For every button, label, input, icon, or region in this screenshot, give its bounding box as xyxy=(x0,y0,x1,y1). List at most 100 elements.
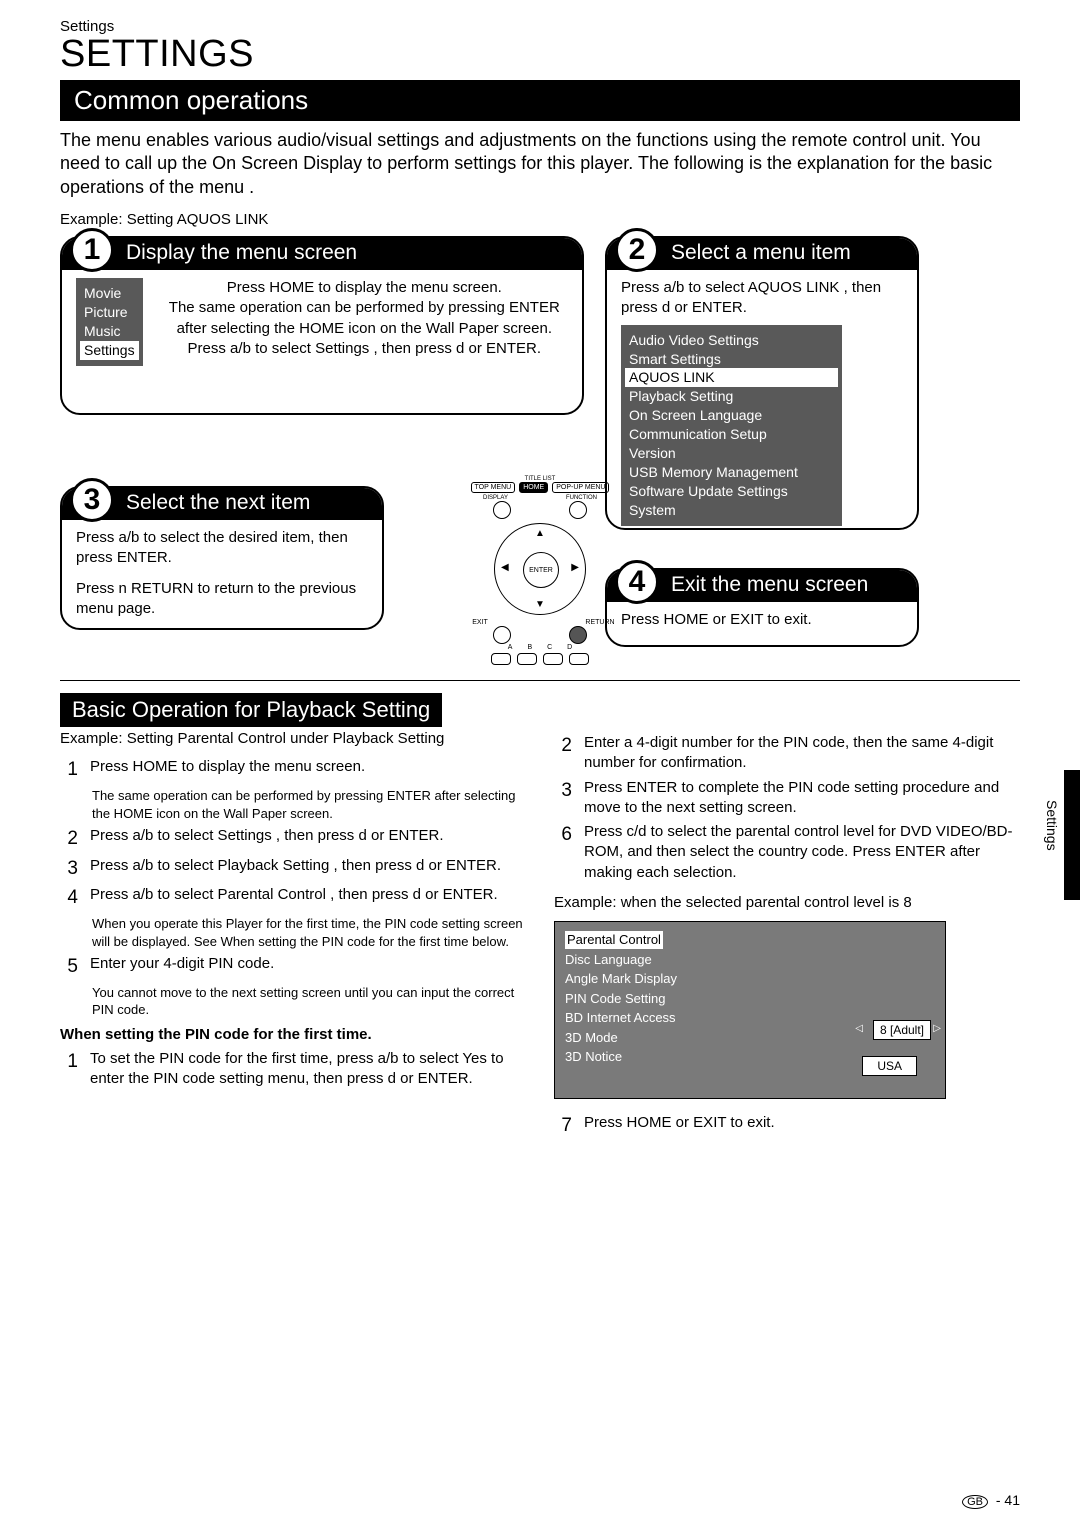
step-item: 3 Press ENTER to complete the PIN code se… xyxy=(554,778,1020,819)
step-num: 3 xyxy=(60,856,78,882)
step2-menu-item: Playback Setting xyxy=(629,387,834,406)
step2-text: Press a/b to select AQUOS LINK , then pr… xyxy=(621,278,903,319)
step-num: 5 xyxy=(60,954,78,980)
step2-menu-item: Version xyxy=(629,444,834,463)
pin-heading: When setting the PIN code for the first … xyxy=(60,1025,526,1045)
remote-diagram: TITLE LIST TOP MENU HOME POP-UP MENU DIS… xyxy=(460,476,620,665)
parental-value: 8 [Adult] xyxy=(873,1020,931,1040)
step1-title: Display the menu screen xyxy=(126,241,357,264)
step-text: Press c/d to select the parental control… xyxy=(584,822,1020,883)
step1-number: 1 xyxy=(70,228,114,272)
dpad-right-icon: ▶ xyxy=(571,562,579,573)
step-text: Press a/b to select Parental Control , t… xyxy=(90,885,526,911)
step-text: Enter your 4-digit PIN code. xyxy=(90,954,526,980)
step3-number: 3 xyxy=(70,478,114,522)
step1-box: 1Display the menu screen MoviePictureMus… xyxy=(60,236,584,415)
step7-num: 7 xyxy=(554,1113,572,1139)
remote-exit-button xyxy=(493,626,511,644)
step-num: 2 xyxy=(554,733,572,774)
footer-sep: - xyxy=(996,1492,1001,1508)
dpad-down-icon: ▼ xyxy=(535,599,545,610)
dpad-left-icon: ◀ xyxy=(501,562,509,573)
value-left-arrow-icon: ◁ xyxy=(855,1022,863,1036)
step2-menu-item: Software Update Settings xyxy=(629,482,834,501)
parental-preview: Parental ControlDisc LanguageAngle Mark … xyxy=(554,921,946,1099)
step2-title: Select a menu item xyxy=(671,241,851,264)
step1-menu: MoviePictureMusicSettings xyxy=(76,278,143,366)
page-footer: GB - 41 xyxy=(962,1492,1020,1508)
step3-text1: Press a/b to select the desired item, th… xyxy=(76,528,368,569)
left-column: Example: Setting Parental Control under … xyxy=(60,729,526,1143)
parental-item: Parental Control xyxy=(565,930,935,950)
remote-letter-a: A xyxy=(508,644,513,651)
remote-enter-button: ENTER xyxy=(523,552,559,588)
step-subtext: You cannot move to the next setting scre… xyxy=(92,984,526,1019)
remote-home-button: HOME xyxy=(519,482,548,493)
step-item: 5 Enter your 4-digit PIN code. xyxy=(60,954,526,980)
step-text: Press ENTER to complete the PIN code set… xyxy=(584,778,1020,819)
step2-menu-item: Smart Settings xyxy=(629,350,834,369)
step-subtext: The same operation can be performed by p… xyxy=(92,787,526,822)
remote-function-label: FUNCTION xyxy=(566,495,597,501)
step1-menu-item: Picture xyxy=(84,303,135,322)
step-text: Press HOME to display the menu screen. xyxy=(90,757,526,783)
step-text: Enter a 4-digit number for the PIN code,… xyxy=(584,733,1020,774)
step2-menu-item: USB Memory Management xyxy=(629,463,834,482)
step1-menu-item: Settings xyxy=(80,341,139,360)
step2-menu-item: On Screen Language xyxy=(629,406,834,425)
step-num: 1 xyxy=(60,757,78,783)
step2-menu-item: AQUOS LINK xyxy=(625,368,838,387)
remote-letter-c: C xyxy=(547,644,552,651)
parental-item: Disc Language xyxy=(565,950,935,970)
step-text: To set the PIN code for the first time, … xyxy=(90,1049,526,1090)
remote-top-menu: TOP MENU xyxy=(471,482,516,493)
step-item: 4 Press a/b to select Parental Control , … xyxy=(60,885,526,911)
step7-text: Press HOME or EXIT to exit. xyxy=(584,1113,1020,1139)
parental-country: USA xyxy=(862,1056,917,1076)
step-num: 2 xyxy=(60,826,78,852)
step-item: 6Press c/d to select the parental contro… xyxy=(554,822,1020,883)
remote-dpad: ▲ ◀ ▶ ▼ ENTER xyxy=(494,523,586,615)
step-num: 6 xyxy=(554,822,572,883)
step-num: 1 xyxy=(60,1049,78,1090)
remote-exit-label: EXIT xyxy=(460,619,500,626)
parental-item: Angle Mark Display xyxy=(565,969,935,989)
step-num: 3 xyxy=(554,778,572,819)
right-column: 2 Enter a 4-digit number for the PIN code… xyxy=(554,729,1020,1143)
step2-menu-item: Communication Setup xyxy=(629,425,834,444)
step-item: 1 Press HOME to display the menu screen. xyxy=(60,757,526,783)
step4-number: 4 xyxy=(615,560,659,604)
step2-menu-item: Audio Video Settings xyxy=(629,331,834,350)
step-item: 1 To set the PIN code for the first time,… xyxy=(60,1049,526,1090)
section-heading: Common operations xyxy=(60,80,1020,121)
step4-box: 4Exit the menu screen Press HOME or EXIT… xyxy=(605,568,919,647)
basic-example: Example: Setting Parental Control under … xyxy=(60,729,526,749)
step2-number: 2 xyxy=(615,228,659,272)
step-item: 2 Press a/b to select Settings , then pre… xyxy=(60,826,526,852)
example-line: Example: Setting AQUOS LINK xyxy=(60,211,1020,228)
step3-text2: Press n RETURN to return to the previous… xyxy=(76,579,368,620)
step-item: 3 Press a/b to select Playback Setting , … xyxy=(60,856,526,882)
step2-menu-item: System xyxy=(629,501,834,520)
step-num: 4 xyxy=(60,885,78,911)
value-right-arrow-icon: ▷ xyxy=(933,1022,941,1036)
step1-text: Press HOME to display the menu screen.Th… xyxy=(161,278,568,366)
footer-region: GB xyxy=(962,1495,988,1509)
remote-small-right xyxy=(569,501,587,519)
remote-small-left xyxy=(493,501,511,519)
remote-color-c xyxy=(543,653,563,665)
remote-display-label: DISPLAY xyxy=(483,495,508,501)
intro-text: The menu enables various audio/visual se… xyxy=(60,129,1020,199)
step1-menu-item: Music xyxy=(84,322,135,341)
step-text: Press a/b to select Playback Setting , t… xyxy=(90,856,526,882)
step4-text: Press HOME or EXIT to exit. xyxy=(607,602,917,640)
step2-box: 2Select a menu item Press a/b to select … xyxy=(605,236,919,530)
step1-menu-item: Movie xyxy=(84,284,135,303)
side-label: Settings xyxy=(1044,800,1060,851)
remote-color-d xyxy=(569,653,589,665)
side-tab xyxy=(1064,770,1080,900)
basic-heading: Basic Operation for Playback Setting xyxy=(60,693,442,727)
step-text: Press a/b to select Settings , then pres… xyxy=(90,826,526,852)
remote-return-label: RETURN xyxy=(580,619,620,626)
right-example: Example: when the selected parental cont… xyxy=(554,893,1020,913)
